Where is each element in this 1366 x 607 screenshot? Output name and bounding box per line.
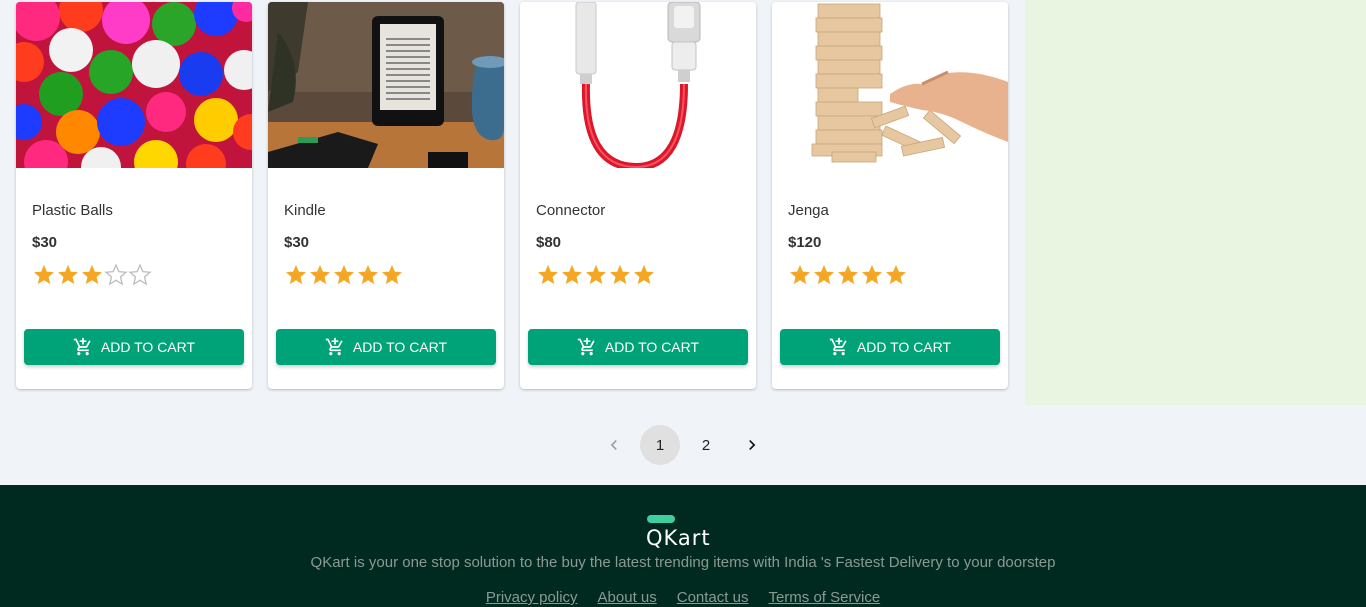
product-name: Plastic Balls	[32, 202, 113, 219]
footer: QKart QKart is your one stop solution to…	[0, 485, 1366, 607]
previous-page-button[interactable]	[594, 425, 634, 465]
star-filled-icon	[862, 265, 882, 284]
star-filled-icon	[634, 265, 654, 284]
add-shopping-cart-icon	[829, 337, 847, 356]
footer-links: Privacy policy About us Contact us Terms…	[0, 589, 1366, 606]
product-price: $30	[284, 234, 310, 251]
product-name: Jenga	[788, 202, 829, 219]
product-price: $80	[536, 234, 562, 251]
product-image	[268, 2, 504, 168]
contact-us-link[interactable]: Contact us	[677, 589, 749, 606]
star-filled-icon	[358, 265, 378, 284]
star-filled-icon	[886, 265, 906, 284]
product-rating	[284, 263, 404, 287]
page-button-1[interactable]: 1	[640, 425, 680, 465]
star-empty-icon	[128, 263, 152, 286]
product-name: Kindle	[284, 202, 326, 219]
page-button-2[interactable]: 2	[686, 425, 726, 465]
about-us-link[interactable]: About us	[598, 589, 657, 606]
product-name: Connector	[536, 202, 606, 219]
product-rating	[536, 263, 656, 287]
add-to-cart-button[interactable]: ADD TO CART	[528, 329, 748, 365]
product-image	[772, 2, 1008, 168]
star-filled-icon	[538, 265, 558, 284]
star-filled-icon	[286, 265, 306, 284]
add-shopping-cart-icon	[325, 337, 343, 356]
product-card: Jenga $120 ADD TO CART	[772, 2, 1008, 389]
add-shopping-cart-icon	[577, 337, 595, 356]
product-card: Connector $80 ADD TO CART	[520, 2, 756, 389]
star-filled-icon	[34, 265, 54, 284]
chevron-right-icon	[749, 440, 756, 450]
star-filled-icon	[310, 265, 330, 284]
add-to-cart-label: ADD TO CART	[100, 339, 196, 355]
product-image	[520, 2, 756, 168]
product-price: $30	[32, 234, 58, 251]
product-rating	[788, 263, 908, 287]
star-filled-icon	[814, 265, 834, 284]
add-to-cart-label: ADD TO CART	[604, 339, 700, 355]
pagination: 1 2	[594, 425, 778, 465]
add-to-cart-button[interactable]: ADD TO CART	[276, 329, 496, 365]
chevron-left-icon	[610, 440, 617, 450]
logo-mark	[647, 515, 675, 523]
product-price: $120	[788, 234, 822, 251]
star-filled-icon	[790, 265, 810, 284]
star-filled-icon	[382, 265, 402, 284]
privacy-policy-link[interactable]: Privacy policy	[486, 589, 578, 606]
footer-description: QKart is your one stop solution to the b…	[310, 554, 1056, 571]
star-filled-icon	[610, 265, 630, 284]
terms-of-service-link[interactable]: Terms of Service	[768, 589, 880, 606]
add-to-cart-button[interactable]: ADD TO CART	[24, 329, 244, 365]
next-page-button[interactable]	[732, 425, 772, 465]
star-filled-icon	[334, 265, 354, 284]
star-filled-icon	[586, 265, 606, 284]
star-filled-icon	[82, 265, 102, 284]
add-shopping-cart-icon	[73, 337, 91, 356]
add-to-cart-button[interactable]: ADD TO CART	[780, 329, 1000, 365]
product-card: Plastic Balls $30 ADD TO CART	[16, 2, 252, 389]
add-to-cart-label: ADD TO CART	[856, 339, 952, 355]
cart-panel	[1025, 0, 1366, 405]
product-rating	[32, 263, 152, 287]
star-filled-icon	[58, 265, 78, 284]
star-filled-icon	[562, 265, 582, 284]
logo-text: QKart	[646, 526, 711, 550]
product-card: Kindle $30 ADD TO CART	[268, 2, 504, 389]
star-empty-icon	[104, 263, 128, 286]
star-filled-icon	[838, 265, 858, 284]
add-to-cart-label: ADD TO CART	[352, 339, 448, 355]
footer-logo: QKart	[646, 514, 726, 554]
product-image	[16, 2, 252, 168]
